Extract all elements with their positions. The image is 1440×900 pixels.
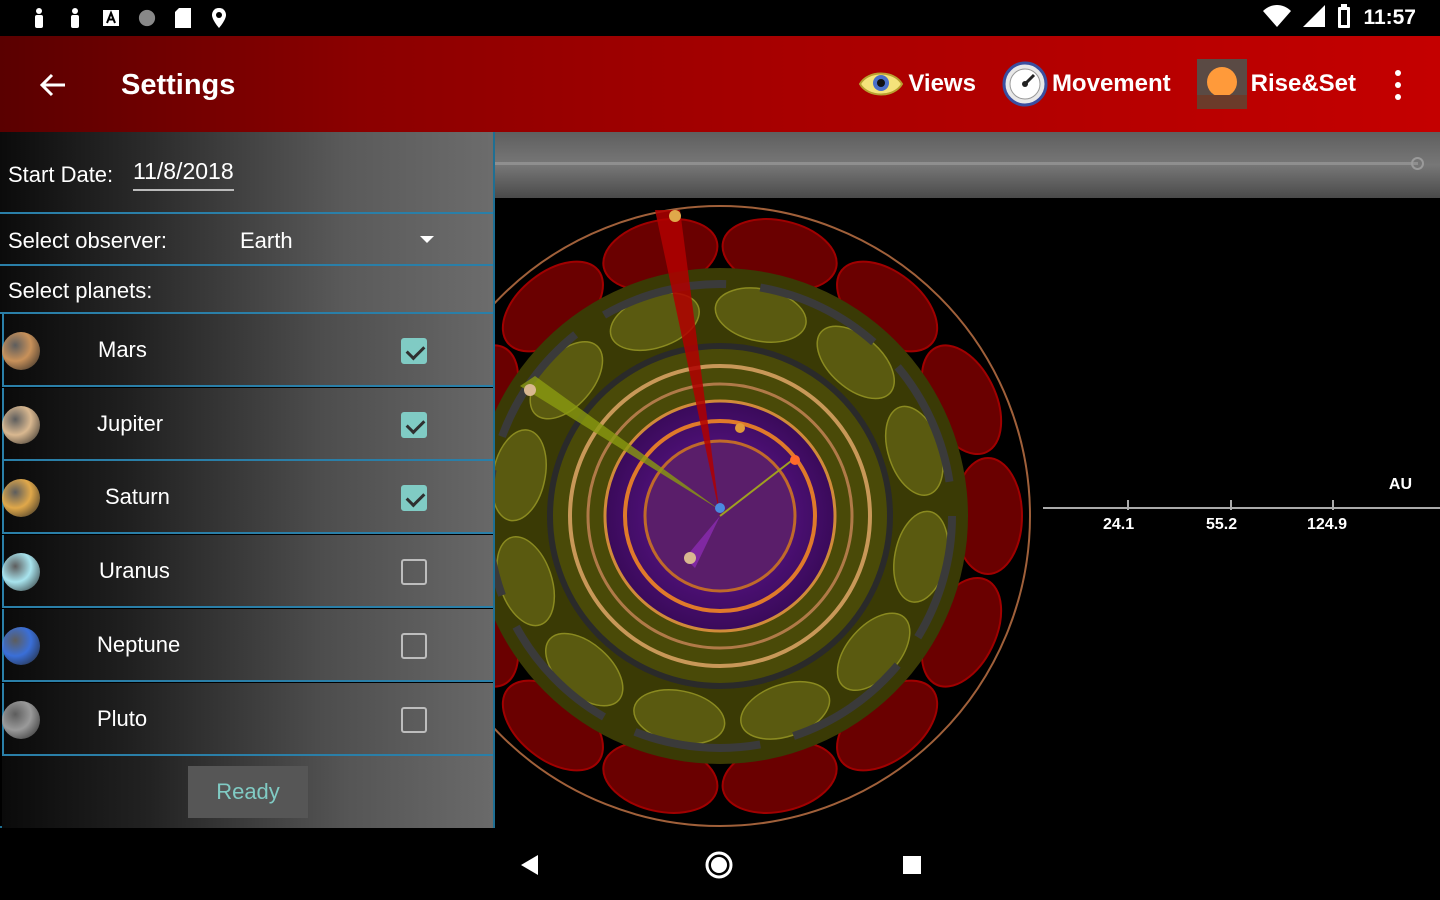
- neptune-planet-icon: [2, 626, 40, 665]
- planet-name: Saturn: [105, 484, 170, 510]
- planet-checkbox-jupiter[interactable]: [401, 411, 427, 438]
- rise-set-label: Rise&Set: [1250, 70, 1356, 97]
- time-slider-track[interactable]: [495, 162, 1418, 165]
- scale-axis-tick: [1332, 500, 1334, 510]
- scale-axis-unit: AU: [1388, 476, 1412, 493]
- status-bar: 11:57: [0, 0, 1440, 36]
- scale-axis-tick: [1230, 500, 1232, 510]
- nav-back-icon[interactable]: [514, 850, 544, 880]
- planet-name: Mars: [98, 337, 147, 362]
- scale-axis-label: 24.1: [1103, 516, 1135, 533]
- a-icon: [102, 8, 120, 28]
- planet-name: Uranus: [99, 558, 170, 584]
- uranus-planet-icon: [2, 553, 40, 592]
- app-bar: Settings Views Movement Rise&Set: [0, 36, 1440, 132]
- person-icon: [66, 8, 84, 28]
- app-bar-actions: Views Movement Rise&Set: [858, 58, 1356, 110]
- nav-recents-icon[interactable]: [897, 850, 927, 880]
- planet-row-saturn[interactable]: Saturn: [2, 461, 493, 535]
- jupiter-planet-icon: [2, 405, 40, 444]
- location-icon: [210, 8, 228, 28]
- planet-row-uranus[interactable]: Uranus: [2, 535, 493, 609]
- observer-row: Select observer: Earth: [0, 214, 493, 266]
- more-vert-dot: [1395, 94, 1401, 100]
- saturn-planet-icon: [2, 479, 40, 518]
- start-date-field[interactable]: 11/8/2018: [133, 158, 234, 191]
- person-icon: [30, 8, 48, 28]
- start-date-label: Start Date:: [8, 162, 114, 187]
- status-time: 11:57: [1363, 6, 1416, 29]
- orbit-visualization[interactable]: 24.1 55.2 124.9 AU: [495, 198, 1440, 830]
- planet-row-jupiter[interactable]: Jupiter: [2, 387, 493, 461]
- movement-button[interactable]: Movement: [1002, 61, 1171, 107]
- planet-name: Jupiter: [97, 410, 164, 436]
- movement-label: Movement: [1051, 70, 1171, 97]
- chevron-down-icon[interactable]: [420, 236, 434, 243]
- rise-set-button[interactable]: Rise&Set: [1196, 59, 1356, 109]
- planet-row-neptune[interactable]: Neptune: [2, 608, 493, 682]
- planet-row-mars[interactable]: Mars: [2, 314, 493, 387]
- observer-select[interactable]: Earth: [240, 228, 293, 254]
- back-arrow-icon: [39, 73, 65, 97]
- views-label: Views: [908, 70, 976, 97]
- pluto-planet-icon: [2, 700, 40, 739]
- ready-row: Ready: [2, 756, 493, 828]
- observer-label: Select observer:: [8, 228, 167, 253]
- scale-axis-line: [1043, 507, 1440, 509]
- start-date-row: Start Date: 11/8/2018: [0, 132, 493, 214]
- planets-label-row: Select planets:: [0, 266, 493, 314]
- speedometer-icon: [1002, 61, 1048, 107]
- nav-home-icon[interactable]: [704, 850, 734, 880]
- eye-icon: [859, 72, 904, 96]
- planet-checkbox-neptune[interactable]: [401, 632, 427, 659]
- views-button[interactable]: Views: [858, 68, 976, 100]
- wifi-icon: [1263, 4, 1292, 32]
- more-vert-dot: [1395, 82, 1401, 88]
- planet-checkbox-pluto[interactable]: [401, 706, 427, 733]
- circle-icon: [138, 8, 156, 28]
- battery-icon: [1337, 3, 1351, 33]
- planet-row-pluto[interactable]: Pluto: [2, 682, 493, 756]
- planets-label: Select planets:: [8, 278, 153, 303]
- page-title: Settings: [121, 69, 236, 101]
- mars-planet-icon: [2, 332, 40, 370]
- navigation-bar: [0, 830, 1440, 900]
- planet-checkbox-uranus[interactable]: [401, 559, 427, 586]
- ready-button[interactable]: Ready: [188, 766, 308, 818]
- signal-icon: [1303, 4, 1326, 32]
- time-slider-band: [495, 132, 1440, 198]
- back-button[interactable]: [30, 62, 76, 108]
- time-slider-thumb[interactable]: [1411, 157, 1424, 170]
- orbit-diagram: [495, 205, 1031, 827]
- settings-panel: Start Date: 11/8/2018 Select observer: E…: [0, 132, 495, 828]
- sun-icon: [1196, 59, 1247, 109]
- sd-card-icon: [174, 8, 192, 28]
- scale-axis-tick: [1127, 500, 1129, 510]
- scale-axis-label: 124.9: [1307, 516, 1348, 533]
- planet-name: Neptune: [97, 631, 181, 657]
- scale-axis-label: 55.2: [1206, 516, 1238, 533]
- more-vert-icon: [1395, 70, 1401, 76]
- status-icons-right: 11:57: [1263, 0, 1416, 36]
- planet-name: Pluto: [97, 705, 148, 731]
- overflow-menu-button[interactable]: [1388, 70, 1408, 100]
- planet-checkbox-saturn[interactable]: [401, 485, 427, 512]
- status-icons-left: [30, 8, 228, 28]
- planet-checkbox-mars[interactable]: [401, 338, 427, 364]
